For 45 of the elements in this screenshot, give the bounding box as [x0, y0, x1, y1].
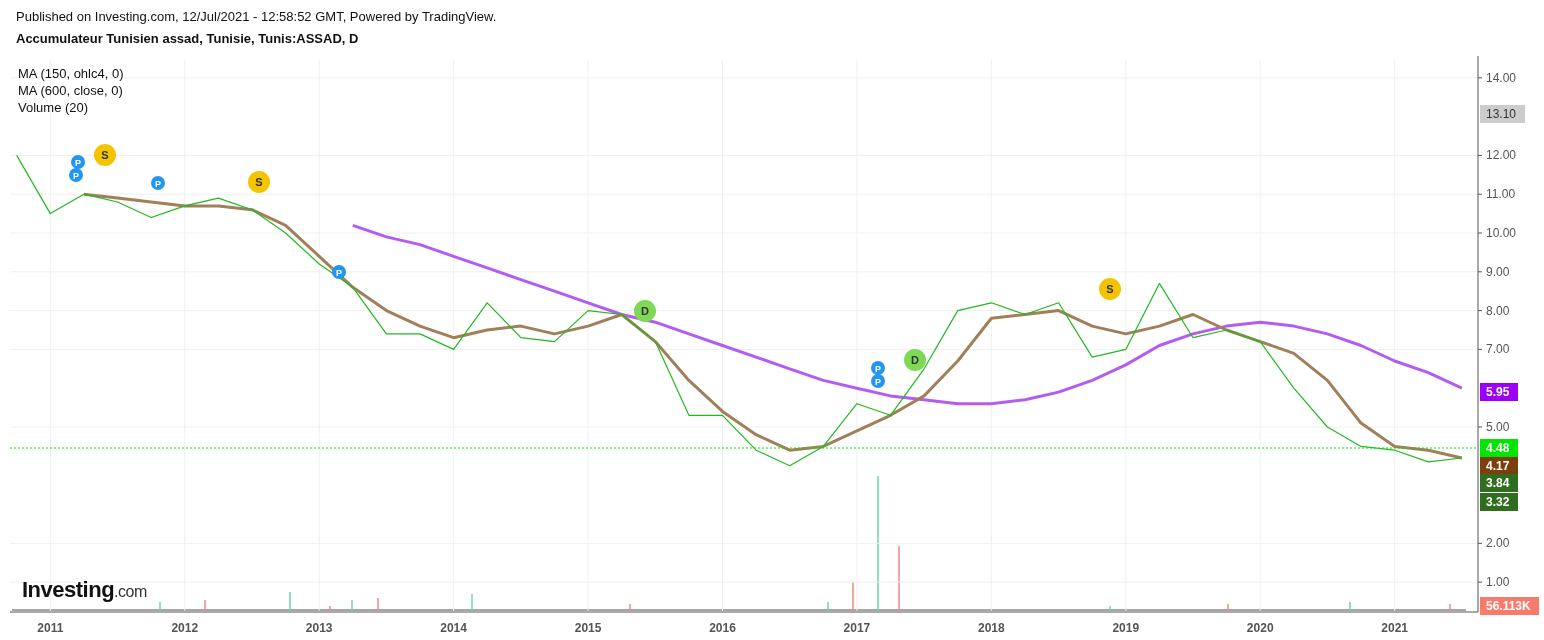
y-axis-label: 14.00 — [1486, 70, 1517, 85]
x-axis-label: 2014 — [440, 621, 467, 635]
y-axis-label: 11.00 — [1486, 187, 1516, 202]
price-label: 4.17 — [1480, 457, 1518, 475]
x-axis-label: 2012 — [171, 621, 199, 635]
chart-title: Accumulateur Tunisien assad, Tunisie, Tunis:ASSAD, D — [16, 31, 360, 46]
event-marker: D — [634, 300, 656, 322]
event-marker: S — [1099, 278, 1121, 300]
price-label: 13.10 — [1480, 105, 1525, 123]
investing-logo: Investing.com — [22, 577, 147, 602]
x-axis-label: 2015 — [574, 621, 602, 635]
x-axis-label: 2020 — [1246, 621, 1274, 635]
x-axis-label: 2018 — [978, 621, 1005, 635]
event-marker: S — [94, 144, 116, 166]
event-marker: P — [871, 361, 885, 375]
price-label: 5.95 — [1480, 383, 1518, 401]
price-label: 4.48 — [1480, 439, 1518, 457]
price-label: 56.113K — [1480, 597, 1539, 615]
legend-item: MA (150, ohlc4, 0) — [18, 66, 124, 81]
x-axis-label: 2017 — [843, 621, 871, 635]
y-axis-label: 7.00 — [1486, 342, 1510, 357]
x-axis-label: 2016 — [709, 621, 736, 635]
event-marker: P — [151, 176, 165, 190]
legend-item: Volume (20) — [18, 100, 89, 115]
legend-item: MA (600, close, 0) — [18, 83, 123, 98]
event-marker: P — [871, 374, 885, 388]
price-label: 3.32 — [1480, 493, 1518, 511]
event-marker: P — [71, 155, 85, 169]
y-axis-label: 12.00 — [1486, 148, 1517, 163]
price-label: 3.84 — [1480, 474, 1518, 492]
x-axis-label: 2019 — [1112, 621, 1140, 635]
y-axis-label: 1.00 — [1486, 575, 1510, 590]
x-axis-label: 2011 — [37, 621, 64, 635]
y-axis-label: 9.00 — [1486, 264, 1510, 279]
y-axis-label: 5.00 — [1486, 419, 1510, 434]
event-marker: P — [332, 265, 346, 279]
y-axis-label: 8.00 — [1486, 303, 1510, 318]
y-axis-label: 2.00 — [1486, 536, 1510, 551]
x-axis-label: 2013 — [305, 621, 333, 635]
event-marker: P — [69, 168, 83, 182]
event-marker: S — [248, 171, 270, 193]
y-axis-label: 10.00 — [1486, 226, 1517, 240]
x-axis-label: 2021 — [1381, 621, 1408, 635]
event-marker: D — [904, 349, 926, 371]
published-caption: Published on Investing.com, 12/Jul/2021 - 12:58:52 GMT, Powered by TradingView. — [16, 9, 498, 24]
